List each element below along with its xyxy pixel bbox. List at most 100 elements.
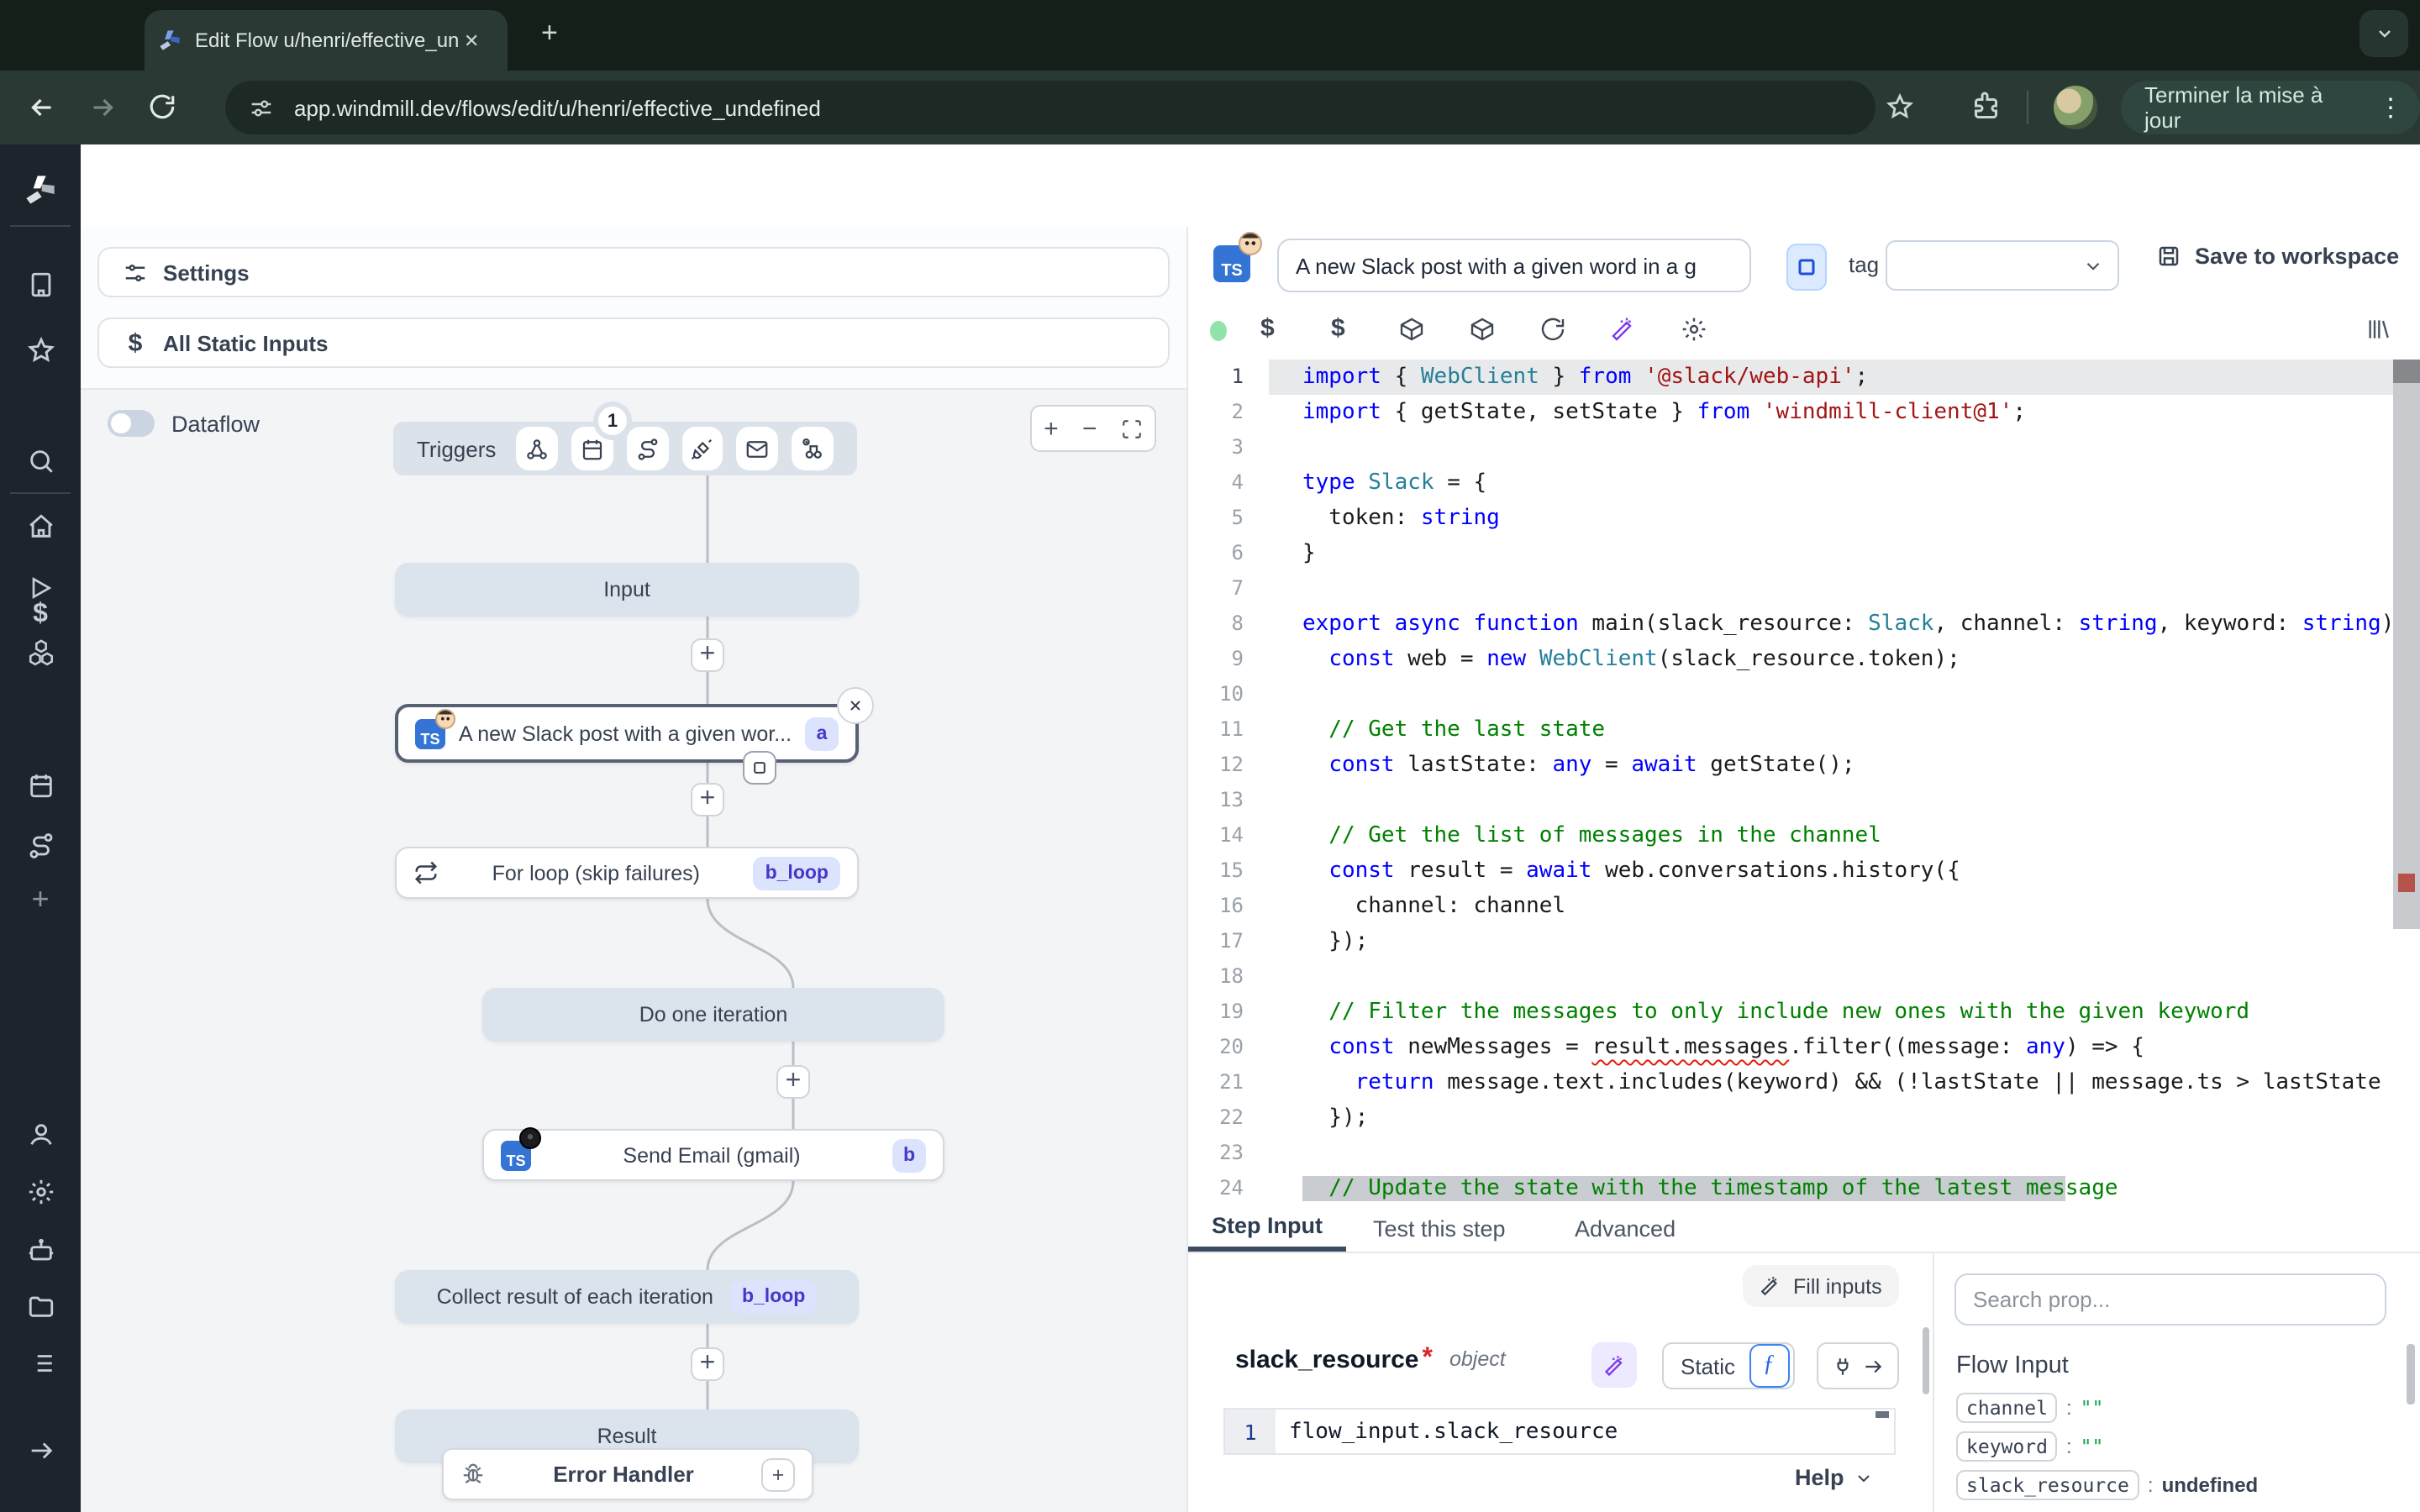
editor-scrollbar-thumb[interactable] (2393, 360, 2420, 383)
back-icon[interactable] (27, 92, 57, 123)
prop-row-keyword[interactable]: keyword : "" (1956, 1431, 2103, 1462)
sidebar-item-add[interactable]: + (20, 879, 60, 919)
trigger-webhook-button[interactable] (516, 427, 558, 470)
toolbar-divider (2027, 91, 2028, 124)
tag-select[interactable] (1886, 240, 2119, 291)
trigger-poll-button[interactable] (792, 427, 834, 470)
url-text: app.windmill.dev/flows/edit/u/henri/effe… (294, 95, 821, 120)
browser-menu-kebab-icon[interactable]: ⋮ (2378, 92, 2403, 123)
sidebar-item-routes[interactable] (20, 825, 60, 865)
flow-input-heading: Flow Input (1956, 1352, 2069, 1379)
flow-settings-button[interactable]: Settings (97, 247, 1170, 297)
connect-input-button[interactable] (1817, 1342, 1899, 1389)
tab-close-icon[interactable]: ✕ (464, 29, 479, 51)
code-line: 2import { getState, setState } from 'win… (1188, 395, 2420, 430)
sidebar-item-logs[interactable] (20, 1342, 60, 1383)
forward-icon[interactable] (87, 92, 118, 123)
sidebar-item-settings[interactable] (20, 1171, 60, 1211)
reset-icon[interactable] (1539, 316, 1566, 343)
extensions-puzzle-icon[interactable] (1970, 91, 2000, 121)
typescript-badge: TS (415, 718, 445, 748)
node-send-email[interactable]: TS Send Email (gmail) b (482, 1129, 944, 1181)
variables-dollar-icon[interactable]: $ (1331, 314, 1345, 343)
prop-value: undefined (2162, 1473, 2259, 1497)
sidebar-item-variables[interactable]: $ (20, 595, 60, 635)
code-line: 12 const lastState: any = await getState… (1188, 748, 2420, 783)
all-static-inputs-button[interactable]: $ All Static Inputs (97, 318, 1170, 368)
node-input[interactable]: Input (395, 563, 859, 617)
save-to-workspace-button[interactable]: Save to workspace (2156, 244, 2399, 269)
node-do-one-iteration[interactable]: Do one iteration (482, 988, 944, 1042)
step-name-input[interactable]: A new Slack post with a given word in a … (1277, 239, 1751, 292)
sidebar-item-resources[interactable] (20, 632, 60, 672)
expr-editor[interactable]: 1 flow_input.slack_resource (1223, 1408, 1896, 1455)
fill-inputs-button[interactable]: Fill inputs (1743, 1265, 1899, 1307)
search-prop-input[interactable]: Search prop... (1954, 1273, 2386, 1326)
expr-line-number: 1 (1225, 1410, 1276, 1453)
ai-fill-button[interactable] (1591, 1342, 1637, 1388)
trigger-route-button[interactable] (627, 427, 669, 470)
assets-dollar-icon[interactable]: $ (1260, 314, 1275, 343)
tab-search-button[interactable] (2360, 10, 2408, 57)
add-step-button[interactable]: + (691, 1347, 724, 1381)
trigger-websocket-button[interactable] (681, 427, 723, 470)
triggers-node[interactable]: Triggers 1 (393, 422, 857, 475)
node-collect-result[interactable]: Collect result of each iteration b_loop (395, 1270, 859, 1324)
bug-icon (460, 1462, 486, 1487)
fit-view-icon[interactable] (1121, 417, 1143, 439)
zoom-in-icon[interactable]: + (1044, 414, 1059, 443)
sidebar-item-favorites[interactable] (20, 329, 60, 370)
node-forloop[interactable]: For loop (skip failures) b_loop (395, 847, 859, 899)
flow-graph-canvas[interactable]: Dataflow + − Triggers 1 (81, 388, 1186, 1512)
browser-profile-avatar[interactable] (2054, 86, 2097, 129)
add-step-button[interactable]: + (776, 1065, 810, 1099)
step-id-badge: a (805, 717, 839, 750)
browser-tab[interactable]: Edit Flow u/henri/effective_un ✕ (145, 10, 508, 71)
tab-test-this-step[interactable]: Test this step (1373, 1205, 1506, 1252)
new-tab-icon[interactable]: + (541, 17, 558, 50)
editor-scrollbar-track[interactable] (2393, 360, 2420, 929)
prop-row-slack-resource[interactable]: slack_resource : undefined (1956, 1470, 2258, 1500)
library-icon[interactable] (2365, 316, 2391, 343)
stop-after-step-button[interactable] (743, 751, 776, 785)
ai-wand-icon[interactable] (1610, 316, 1637, 343)
editor-settings-gear-icon[interactable] (1681, 316, 1707, 343)
sidebar-item-home[interactable] (20, 506, 60, 546)
prop-row-channel[interactable]: channel : "" (1956, 1393, 2103, 1423)
add-step-button[interactable]: + (691, 783, 724, 816)
help-toggle[interactable]: Help (1795, 1465, 1875, 1490)
trigger-schedule-button[interactable]: 1 (571, 427, 613, 470)
code-editor[interactable]: 1import { WebClient } from '@slack/web-a… (1188, 360, 2420, 1203)
reload-icon[interactable] (148, 92, 176, 121)
sidebar-item-schedules[interactable] (20, 764, 60, 805)
url-bar[interactable]: app.windmill.dev/flows/edit/u/henri/effe… (225, 81, 1876, 134)
bookmark-star-icon[interactable] (1886, 92, 1914, 121)
package-icon[interactable] (1398, 316, 1425, 343)
node-slack-step[interactable]: TS A new Slack post with a given wor... … (395, 704, 859, 763)
add-error-handler-button[interactable]: + (761, 1457, 795, 1491)
zoom-out-icon[interactable]: − (1082, 414, 1097, 443)
javascript-mode-button[interactable]: ƒ (1749, 1344, 1789, 1388)
sidebar-item-user[interactable] (20, 1114, 60, 1154)
delete-step-button[interactable] (837, 687, 874, 724)
static-mode-label[interactable]: Static (1681, 1353, 1735, 1378)
package-icon[interactable] (1469, 316, 1496, 343)
dataflow-toggle[interactable] (108, 410, 155, 437)
tab-advanced[interactable]: Advanced (1575, 1205, 1676, 1252)
windmill-logo[interactable] (24, 173, 57, 207)
node-error-handler[interactable]: Error Handler + (442, 1448, 813, 1500)
sidebar-item-search[interactable] (20, 440, 60, 480)
props-scrollbar[interactable] (2407, 1344, 2415, 1404)
trigger-email-button[interactable] (737, 427, 779, 470)
required-asterisk: * (1423, 1344, 1433, 1374)
sidebar-item-ai[interactable] (20, 1230, 60, 1270)
site-settings-icon[interactable] (249, 95, 274, 120)
tab-step-input[interactable]: Step Input (1188, 1205, 1346, 1252)
cache-toggle-button[interactable] (1786, 244, 1827, 291)
sidebar-item-folders[interactable] (20, 1285, 60, 1326)
browser-update-button[interactable]: Terminer la mise à jour ⋮ (2121, 81, 2420, 134)
sidebar-collapse-button[interactable] (20, 1430, 60, 1470)
add-step-button[interactable]: + (691, 638, 724, 672)
step-input-scrollbar[interactable] (1923, 1327, 1929, 1394)
sidebar-item-workspace[interactable] (20, 264, 60, 304)
